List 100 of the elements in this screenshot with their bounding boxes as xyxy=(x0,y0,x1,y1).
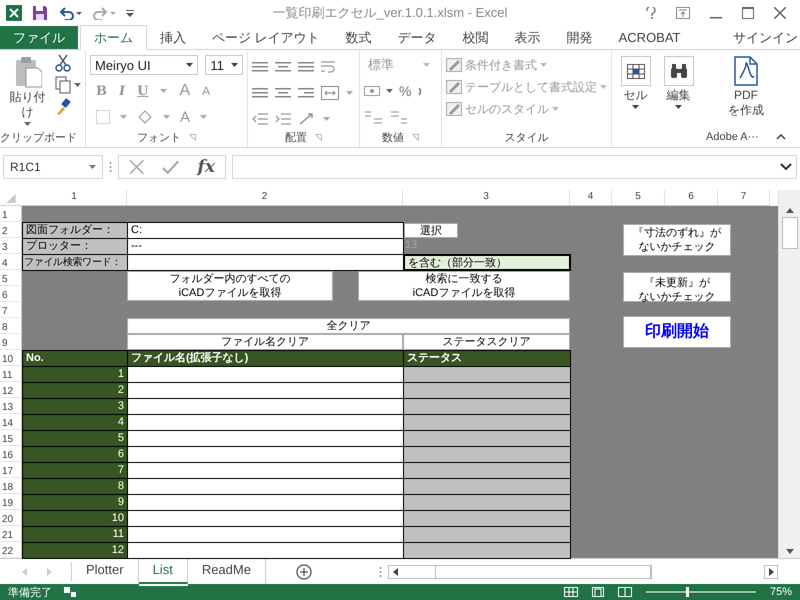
ribbon-tab[interactable]: ACROBAT xyxy=(606,26,694,49)
print-button[interactable]: 印刷開始 xyxy=(623,316,731,348)
increase-decimal-icon[interactable] xyxy=(364,110,382,124)
ribbon-tab[interactable]: 校閲 xyxy=(450,26,502,49)
sign-in-link[interactable]: サインイン xyxy=(733,26,800,49)
cut-icon[interactable] xyxy=(55,54,71,72)
column-header[interactable]: 5 xyxy=(612,190,665,206)
clear-names-button[interactable]: ファイル名クリア xyxy=(127,334,403,350)
ribbon-tab[interactable]: 表示 xyxy=(502,26,554,49)
row-header[interactable]: 7 xyxy=(0,302,22,318)
caret-icon[interactable] xyxy=(89,165,96,169)
row-header[interactable]: 3 xyxy=(0,238,22,254)
get-all-files-button[interactable]: フォルダー内のすべての iCADファイルを取得 xyxy=(127,271,333,301)
row-header[interactable]: 4 xyxy=(0,254,22,270)
formula-input[interactable] xyxy=(232,155,797,179)
maximize-icon[interactable] xyxy=(742,7,754,19)
row-header[interactable]: 18 xyxy=(0,478,22,494)
percent-button[interactable]: % xyxy=(399,83,412,99)
add-sheet-icon[interactable] xyxy=(296,564,312,580)
close-icon[interactable] xyxy=(774,7,786,19)
comma-style-icon[interactable] xyxy=(417,86,424,96)
ribbon-tab[interactable]: 開発 xyxy=(554,26,606,49)
column-header[interactable]: 6 xyxy=(665,190,718,206)
enter-icon[interactable] xyxy=(162,159,180,175)
undo-icon[interactable] xyxy=(58,6,82,20)
get-matching-files-button[interactable]: 検索に一致する iCADファイルを取得 xyxy=(358,271,570,301)
dialog-launcher-icon[interactable] xyxy=(189,134,196,141)
horizontal-scrollbar[interactable] xyxy=(388,564,652,578)
check-updates-button[interactable]: 『未更新』が ないかチェック xyxy=(623,272,731,302)
row-header[interactable]: 21 xyxy=(0,526,22,542)
paste-button[interactable]: 貼り付け xyxy=(4,54,51,127)
column-header[interactable]: 1 xyxy=(22,190,127,206)
row-header[interactable]: 17 xyxy=(0,462,22,478)
save-icon[interactable] xyxy=(32,5,48,21)
caret-icon[interactable] xyxy=(675,105,682,109)
editing-button[interactable]: 編集 xyxy=(659,54,698,147)
dialog-launcher-icon[interactable] xyxy=(315,134,322,141)
row-header[interactable]: 12 xyxy=(0,382,22,398)
insert-function-button[interactable]: fx xyxy=(198,157,215,177)
format-painter-icon[interactable] xyxy=(55,98,71,116)
increase-indent-icon[interactable] xyxy=(275,113,291,125)
row-header[interactable]: 5 xyxy=(0,270,22,286)
currency-icon[interactable] xyxy=(364,84,380,98)
decrease-indent-icon[interactable] xyxy=(252,113,268,125)
align-center-icon[interactable] xyxy=(275,87,291,99)
orientation-icon[interactable] xyxy=(298,112,316,126)
ribbon-display-icon[interactable] xyxy=(676,7,690,19)
row-header[interactable]: 1 xyxy=(0,206,22,222)
wrap-text-icon[interactable] xyxy=(321,60,337,74)
caret-icon[interactable] xyxy=(74,83,81,87)
sheet-tab[interactable]: List xyxy=(138,559,188,584)
more-icon[interactable] xyxy=(109,161,112,173)
row-header[interactable]: 16 xyxy=(0,446,22,462)
ribbon-tab[interactable]: ページ レイアウト xyxy=(199,26,333,49)
merge-cells-icon[interactable] xyxy=(321,86,339,100)
align-top-icon[interactable] xyxy=(252,61,268,73)
row-header[interactable]: 8 xyxy=(0,318,22,334)
row-header[interactable]: 20 xyxy=(0,510,22,526)
ribbon-tab[interactable]: 数式 xyxy=(332,26,385,49)
fill-color-icon[interactable] xyxy=(137,110,153,124)
caret-icon[interactable] xyxy=(632,105,639,109)
row-header[interactable]: 10 xyxy=(0,350,22,366)
ribbon-tab[interactable]: 挿入 xyxy=(147,26,199,49)
scroll-thumb[interactable] xyxy=(782,217,798,249)
zoom-slider-icon[interactable] xyxy=(646,587,756,597)
caret-icon[interactable] xyxy=(386,89,393,93)
copy-icon[interactable] xyxy=(55,76,71,94)
font-size-field[interactable]: 11 xyxy=(205,55,243,75)
create-pdf-button[interactable]: PDF を作成 xyxy=(728,54,764,127)
caret-icon[interactable] xyxy=(186,63,194,67)
row-header[interactable]: 14 xyxy=(0,414,22,430)
row-header[interactable]: 19 xyxy=(0,494,22,510)
page-break-icon[interactable] xyxy=(618,587,632,597)
align-right-icon[interactable] xyxy=(298,87,314,99)
normal-view-icon[interactable] xyxy=(564,587,578,597)
ribbon-tab[interactable]: データ xyxy=(384,26,450,49)
clear-all-button[interactable]: 全クリア xyxy=(127,318,570,334)
decrease-decimal-icon[interactable] xyxy=(390,110,408,124)
row-header[interactable]: 11 xyxy=(0,366,22,382)
font-name-field[interactable]: Meiryo UI xyxy=(90,55,198,75)
spreadsheet-icon[interactable] xyxy=(6,5,22,21)
align-bottom-icon[interactable] xyxy=(298,61,314,73)
more-icon[interactable] xyxy=(379,566,382,578)
customize-icon[interactable] xyxy=(126,9,134,17)
column-header[interactable]: 3 xyxy=(403,190,570,206)
cells-button[interactable]: セル xyxy=(616,54,655,147)
cancel-icon[interactable] xyxy=(129,159,144,175)
row-header[interactable]: 6 xyxy=(0,286,22,302)
row-header[interactable]: 22 xyxy=(0,542,22,558)
row-header[interactable]: 13 xyxy=(0,398,22,414)
scroll-down-icon[interactable] xyxy=(786,549,794,554)
collapse-ribbon-icon[interactable] xyxy=(776,134,786,140)
scroll-right-icon[interactable] xyxy=(764,564,778,578)
column-header[interactable]: 2 xyxy=(127,190,403,206)
expand-icon[interactable] xyxy=(780,163,792,171)
caret-icon[interactable] xyxy=(24,122,31,126)
column-header[interactable]: 7 xyxy=(718,190,770,206)
name-box[interactable]: R1C1 xyxy=(3,155,103,179)
dialog-launcher-icon[interactable] xyxy=(412,134,419,141)
scroll-thumb[interactable] xyxy=(435,566,651,578)
